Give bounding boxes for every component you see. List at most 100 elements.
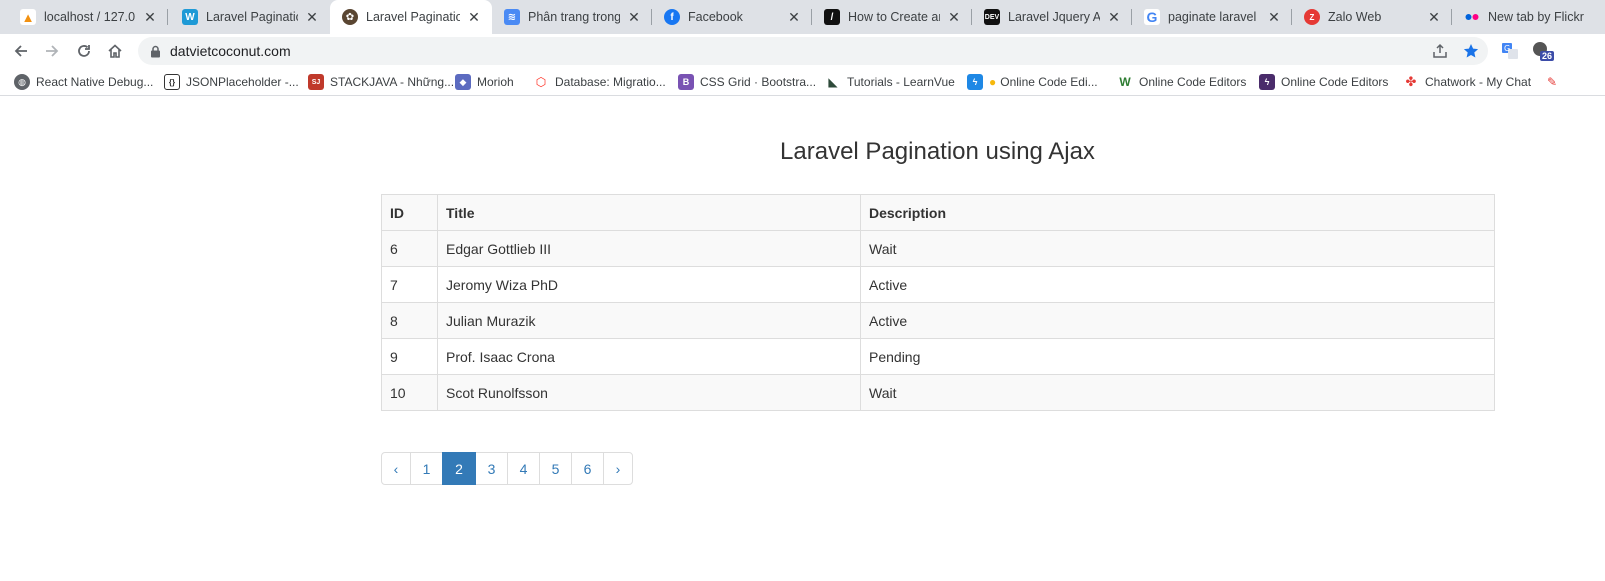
home-icon xyxy=(108,44,122,58)
bookmark-label: Online Code Edi... xyxy=(1000,75,1098,89)
chatwork-icon: ✤ xyxy=(1403,74,1419,90)
column-header-description: Description xyxy=(860,194,1495,231)
tab-title: paginate laravel bootstrap xyxy=(1168,10,1260,24)
bookmark-jsonplaceholder[interactable]: {} JSONPlaceholder -... xyxy=(164,73,299,91)
arrow-left-icon xyxy=(14,45,27,57)
tab-flickr[interactable]: New tab by Flickr xyxy=(1452,0,1605,34)
tab-facebook[interactable]: f Facebook ✕ xyxy=(652,0,812,34)
google-icon: G xyxy=(1144,9,1160,25)
translate-icon: G xyxy=(1502,43,1518,59)
tab-title: Laravel Jquery Ajax xyxy=(1008,10,1100,24)
tab-separator xyxy=(167,9,168,25)
bookmark-label: Online Code Editors xyxy=(1139,75,1247,89)
cell-title: Prof. Isaac Crona xyxy=(437,338,861,375)
star-icon xyxy=(1463,44,1479,58)
pagination-page-3[interactable]: 3 xyxy=(475,452,508,485)
bookmark-stackjava[interactable]: SJ STACKJAVA - Những... xyxy=(308,73,454,91)
back-button[interactable] xyxy=(9,39,33,63)
bookmark-overflow[interactable]: ✎ xyxy=(1547,73,1557,91)
tab-how-to-create[interactable]: / How to Create an Ajax ✕ xyxy=(812,0,972,34)
pagination-prev-button[interactable]: ‹ xyxy=(381,452,411,485)
pagination-next-button[interactable]: › xyxy=(603,452,633,485)
tab-google-search[interactable]: G paginate laravel bootstrap ✕ xyxy=(1132,0,1292,34)
cell-description: Active xyxy=(860,302,1495,339)
bookmark-online-code-editors-1[interactable]: W Online Code Editors xyxy=(1117,73,1246,91)
pagination-page-5[interactable]: 5 xyxy=(539,452,572,485)
posts-table: ID Title Description 6 Edgar Gottlieb II… xyxy=(381,194,1495,411)
pagination-page-4[interactable]: 4 xyxy=(507,452,540,485)
bolt-icon: ϟ xyxy=(967,74,983,90)
share-button[interactable] xyxy=(1428,39,1452,63)
reload-button[interactable] xyxy=(72,39,96,63)
close-icon[interactable]: ✕ xyxy=(304,9,320,25)
bookmark-star-button[interactable] xyxy=(1459,39,1483,63)
bookmark-label: JSONPlaceholder -... xyxy=(186,75,299,89)
home-button[interactable] xyxy=(103,39,127,63)
svg-text:G: G xyxy=(1504,44,1510,53)
close-icon[interactable]: ✕ xyxy=(1266,9,1282,25)
tab-title: Phân trang trong Laravel xyxy=(528,10,620,24)
bookmark-online-code-editors-2[interactable]: ϟ Online Code Editors xyxy=(1259,73,1388,91)
close-icon[interactable]: ✕ xyxy=(1106,9,1122,25)
cell-id: 9 xyxy=(381,338,438,375)
bookmark-css-grid-bootstrap[interactable]: B CSS Grid · Bootstra... xyxy=(678,73,816,91)
cell-id: 7 xyxy=(381,266,438,303)
bookmark-online-code-edi[interactable]: ϟ ● Online Code Edi... xyxy=(967,73,1098,91)
tab-localhost[interactable]: ▲ localhost / 127.0.0.1 ✕ xyxy=(8,0,168,34)
tab-laravel-jquery-ajax[interactable]: DEV Laravel Jquery Ajax ✕ xyxy=(972,0,1132,34)
bookmark-react-native-debug[interactable]: ◍ React Native Debug... xyxy=(14,73,153,91)
globe-icon: ◍ xyxy=(14,74,30,90)
table-row: 10 Scot Runolfsson Wait xyxy=(381,374,1495,411)
bookmark-label: Morioh xyxy=(477,75,514,89)
w-icon: W xyxy=(1117,74,1133,90)
column-header-title: Title xyxy=(437,194,861,231)
table-row: 7 Jeromy Wiza PhD Active xyxy=(381,266,1495,303)
close-icon[interactable]: ✕ xyxy=(946,9,962,25)
tab-title: How to Create an Ajax xyxy=(848,10,940,24)
tab-laravel-pagination-active[interactable]: ✿ Laravel Pagination ✕ xyxy=(330,0,492,34)
bookmark-label: Database: Migratio... xyxy=(555,75,666,89)
stackjava-icon: SJ xyxy=(308,74,324,90)
bookmark-morioh[interactable]: ◆ Morioh xyxy=(455,73,514,91)
json-icon: {} xyxy=(164,74,180,90)
morioh-icon: ◆ xyxy=(455,74,471,90)
table-row: 6 Edgar Gottlieb III Wait xyxy=(381,230,1495,267)
tab-laravel-pagination-1[interactable]: W Laravel Pagination ✕ xyxy=(170,0,330,34)
coconut-icon: ✿ xyxy=(342,9,358,25)
wappalyzer-extension-button[interactable]: 26 xyxy=(1530,39,1555,63)
laravel-icon: ⬡ xyxy=(533,74,549,90)
cell-description: Pending xyxy=(860,338,1495,375)
share-icon xyxy=(1433,43,1447,58)
forward-button[interactable] xyxy=(40,39,64,63)
tab-phan-trang[interactable]: ≋ Phân trang trong Laravel ✕ xyxy=(492,0,652,34)
tab-title: Facebook xyxy=(688,10,743,24)
bolt-icon: ϟ xyxy=(1259,74,1275,90)
browser-toolbar: datvietcoconut.com G 26 xyxy=(0,34,1605,68)
bootstrap-icon: B xyxy=(678,74,694,90)
layers-icon: ≋ xyxy=(504,9,520,25)
close-icon[interactable]: ✕ xyxy=(142,9,158,25)
zalo-icon: Z xyxy=(1304,9,1320,25)
pen-icon: ✎ xyxy=(1547,75,1558,89)
pagination-page-1[interactable]: 1 xyxy=(410,452,443,485)
close-icon[interactable]: ✕ xyxy=(1426,9,1442,25)
bookmark-learnvue[interactable]: ◣ Tutorials - LearnVue xyxy=(825,73,955,91)
cell-title: Scot Runolfsson xyxy=(437,374,861,411)
tab-zalo-web[interactable]: Z Zalo Web ✕ xyxy=(1292,0,1452,34)
pagination-page-6[interactable]: 6 xyxy=(571,452,604,485)
bookmark-database-migrations[interactable]: ⬡ Database: Migratio... xyxy=(533,73,666,91)
table-row: 8 Julian Murazik Active xyxy=(381,302,1495,339)
tab-title: Laravel Pagination xyxy=(366,10,460,24)
translate-extension-button[interactable]: G xyxy=(1498,39,1522,63)
cell-id: 10 xyxy=(381,374,438,411)
close-icon[interactable]: ✕ xyxy=(466,9,482,25)
tab-title: localhost / 127.0.0.1 xyxy=(44,10,136,24)
pagination-page-2-current[interactable]: 2 xyxy=(442,452,476,485)
close-icon[interactable]: ✕ xyxy=(786,9,802,25)
close-icon[interactable]: ✕ xyxy=(626,9,642,25)
pagination: ‹ 1 2 3 4 5 6 › xyxy=(381,452,633,485)
table-row: 9 Prof. Isaac Crona Pending xyxy=(381,338,1495,375)
reload-icon xyxy=(78,45,90,57)
bookmark-chatwork[interactable]: ✤ Chatwork - My Chat xyxy=(1403,73,1531,91)
address-bar[interactable]: datvietcoconut.com xyxy=(138,37,1488,65)
